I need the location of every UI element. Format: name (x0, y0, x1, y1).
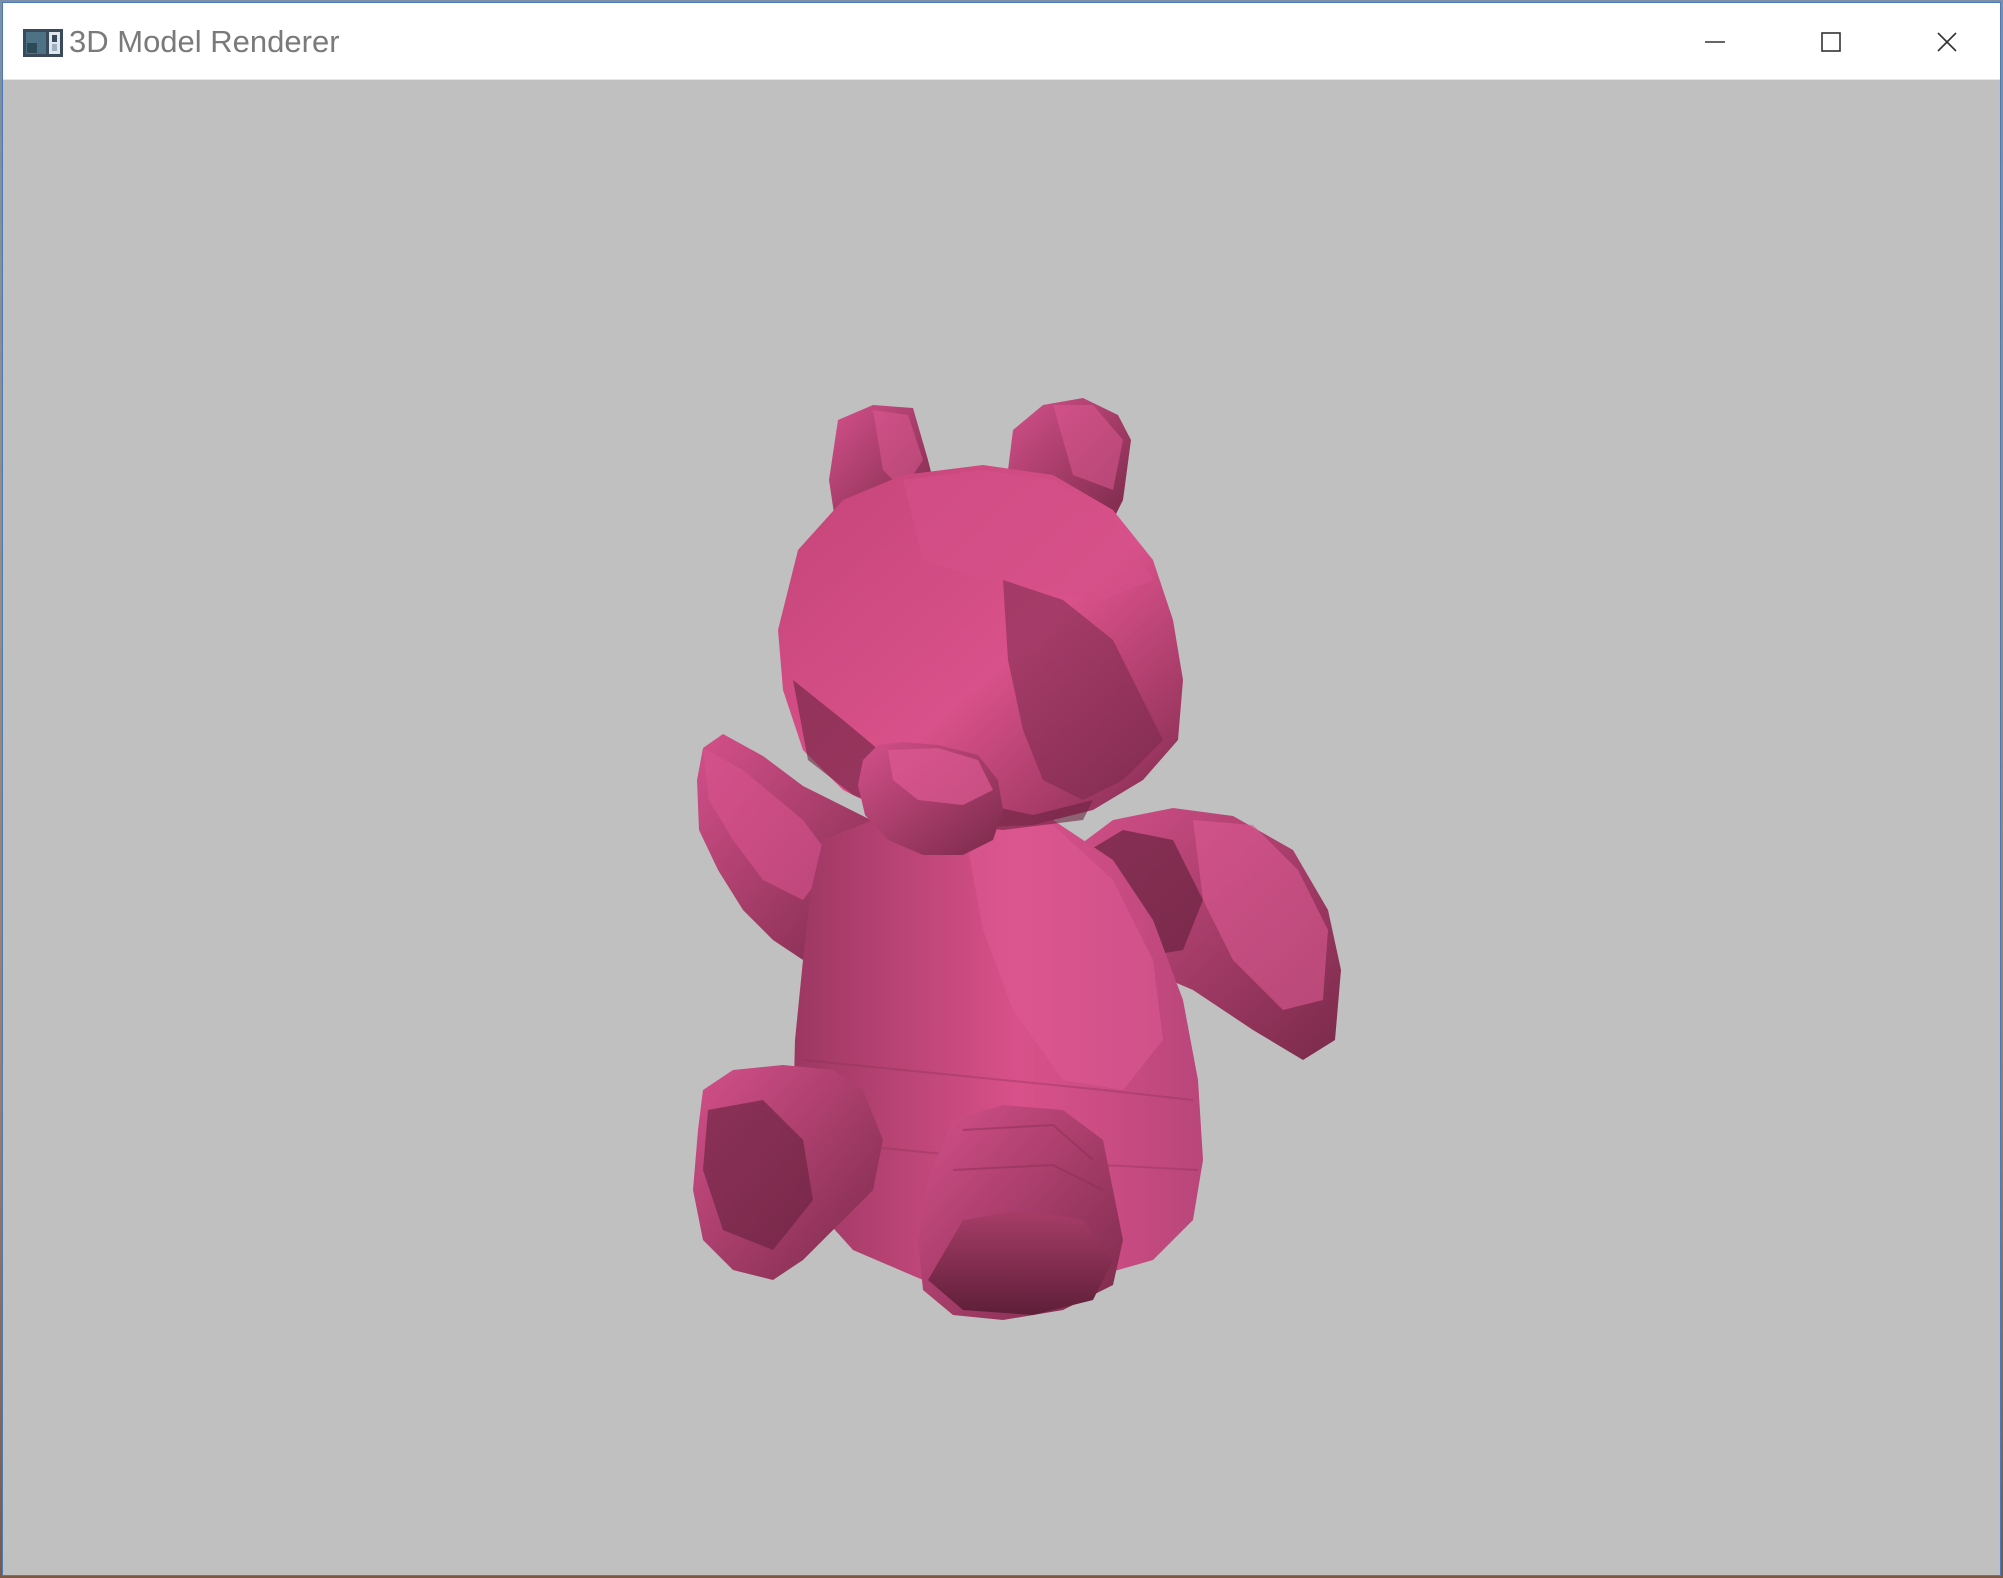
window-title: 3D Model Renderer (69, 24, 340, 59)
close-button[interactable] (1889, 3, 2000, 80)
close-icon (1935, 30, 1959, 54)
render-viewport[interactable] (3, 80, 2000, 1575)
maximize-icon (1819, 30, 1843, 54)
maximize-button[interactable] (1773, 3, 1889, 80)
minimize-button[interactable] (1657, 3, 1773, 80)
title-bar[interactable]: 3D Model Renderer (3, 3, 2000, 80)
minimize-icon (1703, 30, 1727, 54)
app-window: 3D Model Renderer (2, 2, 2001, 1576)
app-icon (23, 29, 63, 57)
bear-right-leg (918, 1105, 1123, 1320)
teddy-bear-model[interactable] (3, 80, 2000, 1575)
